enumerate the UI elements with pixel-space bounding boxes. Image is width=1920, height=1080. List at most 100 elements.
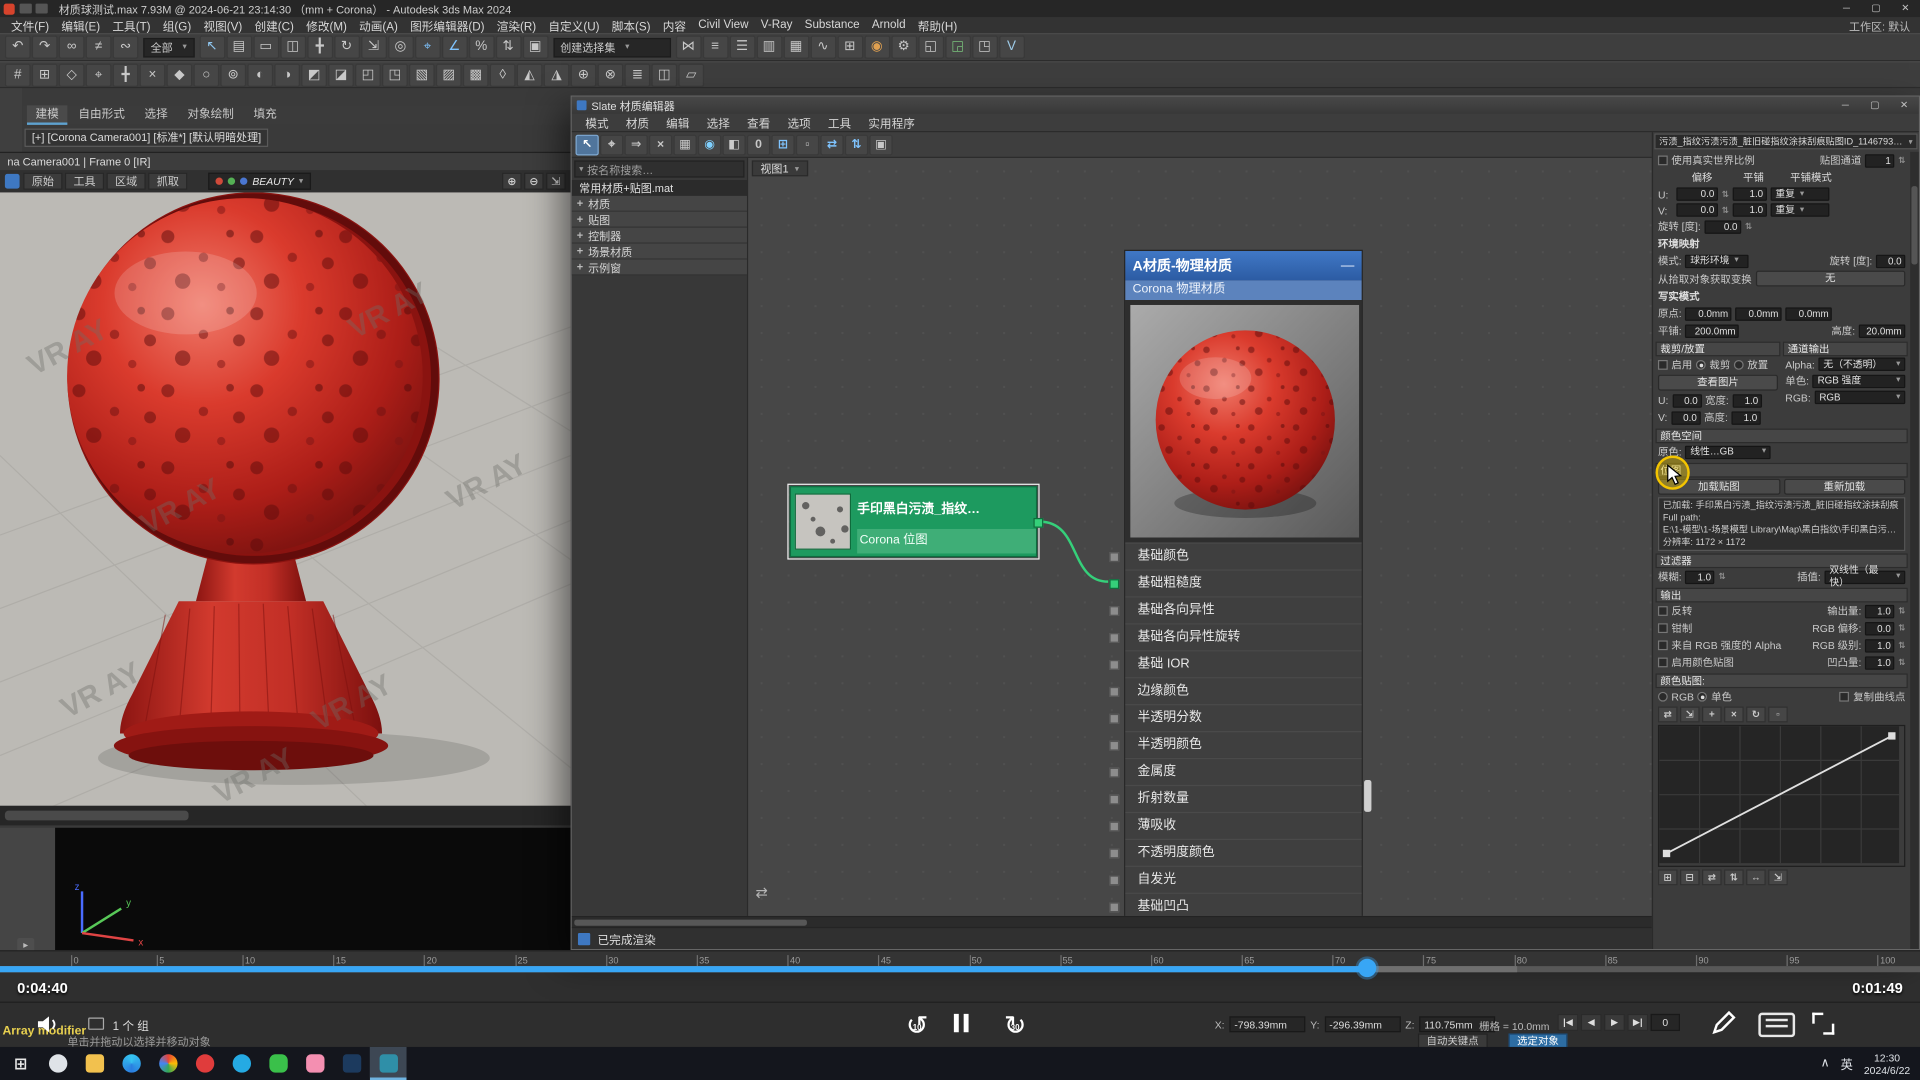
material-slot[interactable]: 折射数量 [1125,785,1361,812]
extras-toolbar-icon[interactable]: ⌖ [86,63,112,86]
pause-button[interactable] [954,1014,969,1032]
slate-titlebar[interactable]: Slate 材质编辑器 ─ ▢ ✕ [572,97,1919,114]
extras-toolbar-icon[interactable]: ▨ [436,63,462,86]
add-point-icon[interactable]: + [1702,707,1722,723]
place-radio[interactable] [1734,360,1744,370]
crop-width-field[interactable]: 1.0 [1733,394,1762,407]
expander-icon[interactable]: + [577,229,583,241]
material-slot[interactable]: 薄吸收 [1125,812,1361,839]
view-image-button[interactable]: 查看图片 [1658,375,1778,391]
frame-curve-icon[interactable]: ▫ [1768,707,1788,723]
slate-menu-item[interactable]: 实用程序 [860,114,924,131]
colorspace-dropdown[interactable]: 线性…GB▾ [1685,445,1771,458]
alpha-from-rgb-checkbox[interactable] [1658,640,1668,650]
use-pivot-center-icon[interactable]: ◎ [388,36,414,59]
extras-toolbar-icon[interactable]: ◑ [274,63,300,86]
wechat-icon[interactable] [260,1047,297,1080]
material-slot[interactable]: 基础各向异性 [1125,596,1361,623]
crop-u-field[interactable]: 0.0 [1672,394,1701,407]
delete-point-icon[interactable]: × [1724,707,1744,723]
menu-item[interactable]: 动画(A) [353,17,404,34]
select-and-scale-icon[interactable]: ⇲ [361,36,387,59]
height-field[interactable]: 20.0mm [1859,324,1906,337]
fullscreen-icon[interactable] [1812,1013,1834,1035]
view-tab[interactable]: 视图1 ▾ [752,160,808,176]
forward-30-button[interactable]: ↻ 30 [998,1010,1032,1044]
scale-point-icon[interactable]: ⇲ [1680,707,1700,723]
rotate-field[interactable]: 0.0 [1704,220,1741,233]
slot-connector[interactable] [1109,579,1119,589]
bitmap-header[interactable]: 位图 [1656,463,1908,478]
bind-to-spacewarp-icon[interactable]: ∾ [113,36,139,59]
alpha-dropdown[interactable]: 无（不透明）▾ [1819,358,1906,371]
hide-unused-nodeslots-icon[interactable]: ▫ [796,134,819,155]
zoom-extents-icon[interactable]: ▣ [869,134,892,155]
bitmap-node-title[interactable]: 手印黑白污渍_指纹… [857,487,1036,529]
channel-dropdown[interactable]: BEAUTY ▾ [208,173,310,190]
crop-radio[interactable] [1696,360,1706,370]
menu-item[interactable]: 创建(C) [248,17,300,34]
reset-curves-icon[interactable]: ↻ [1746,707,1766,723]
extras-toolbar-icon[interactable]: ◊ [490,63,516,86]
v-tiling-field[interactable]: 1.0 [1733,203,1767,216]
clamp-checkbox[interactable] [1658,623,1668,633]
render-production-icon[interactable]: ◲ [945,36,971,59]
material-slot[interactable]: 基础颜色 [1125,542,1361,569]
node-view[interactable]: 视图1 ▾ [748,158,1652,916]
material-slot[interactable]: 基础粗糙度 [1125,569,1361,596]
browser-section-header[interactable]: + 控制器 [572,228,747,244]
rendered-frame-window-icon[interactable]: ◱ [918,36,944,59]
extras-toolbar-icon[interactable]: ▩ [463,63,489,86]
ribbon-toggle-icon[interactable]: ▦ [783,36,809,59]
material-slot[interactable]: 基础凹凸 [1125,893,1361,916]
spinner-icon[interactable]: ⇅ [1898,623,1905,633]
notes-icon[interactable] [1758,1013,1795,1037]
slot-connector[interactable] [1109,633,1119,643]
origin-x-field[interactable]: 0.0mm [1685,307,1732,320]
v-offset-field[interactable]: 0.0 [1676,203,1718,216]
fit-view-icon[interactable]: ⇲ [546,173,566,190]
blur-field[interactable]: 1.0 [1685,570,1714,583]
collapse-node-icon[interactable]: — [1341,258,1354,273]
curve-editor-icon[interactable]: ∿ [810,36,836,59]
slot-connector[interactable] [1109,714,1119,724]
go-to-end-button[interactable]: ▶| [1627,1014,1648,1031]
show-background-icon[interactable]: ◧ [722,134,745,155]
material-slot[interactable]: 半透明分数 [1125,704,1361,731]
extras-toolbar-icon[interactable]: ▧ [409,63,435,86]
volume-icon[interactable] [37,1015,59,1039]
extras-toolbar-icon[interactable]: ◪ [328,63,354,86]
file-explorer-icon[interactable] [76,1047,113,1080]
rgb-level-field[interactable]: 1.0 [1865,639,1894,652]
vray-toolbar-icon[interactable]: V [999,36,1025,59]
spinner-icon[interactable]: ⇅ [1745,222,1752,232]
menu-item[interactable]: Arnold [866,18,912,31]
qq-icon[interactable] [223,1047,260,1080]
mono-dropdown[interactable]: RGB 强度▾ [1813,374,1906,387]
rgb-dropdown[interactable]: RGB▾ [1814,391,1905,404]
extras-toolbar-icon[interactable]: ⊚ [220,63,246,86]
ribbon-tab[interactable]: 对象绘制 [179,105,243,125]
material-node[interactable]: A材质-物理材质 — Corona 物理材质 [1124,250,1363,916]
zoom-extents-icon[interactable]: ⇲ [1768,869,1788,885]
browser-section-header[interactable]: + 场景材质 [572,244,747,260]
slate-menu-item[interactable]: 模式 [577,114,617,131]
input-language-indicator[interactable]: 英 [1841,1054,1853,1072]
color-map-curve[interactable] [1658,725,1905,867]
photoshop-icon[interactable] [333,1047,370,1080]
crop-height-field[interactable]: 1.0 [1732,411,1761,424]
maximize-button[interactable]: ▢ [1860,97,1889,114]
tray-expand-icon[interactable]: ∧ [1821,1057,1830,1070]
camera-viewport[interactable]: z y x [55,828,571,950]
slot-connector[interactable] [1109,687,1119,697]
ribbon-tab[interactable]: 选择 [136,105,176,125]
output-amount-field[interactable]: 1.0 [1865,604,1894,617]
scrollbar-thumb[interactable] [574,920,807,926]
rewind-10-button[interactable]: ↺ 10 [900,1010,934,1044]
menu-item[interactable]: 组(G) [157,17,198,34]
go-to-start-button[interactable]: |◀ [1558,1014,1579,1031]
search-by-name-field[interactable]: ▾ 按名称搜索… [574,160,744,177]
material-library-item[interactable]: 常用材质+贴图.mat [572,180,747,196]
select-and-move-icon[interactable]: ╋ [307,36,333,59]
menu-item[interactable]: Substance [799,18,866,31]
